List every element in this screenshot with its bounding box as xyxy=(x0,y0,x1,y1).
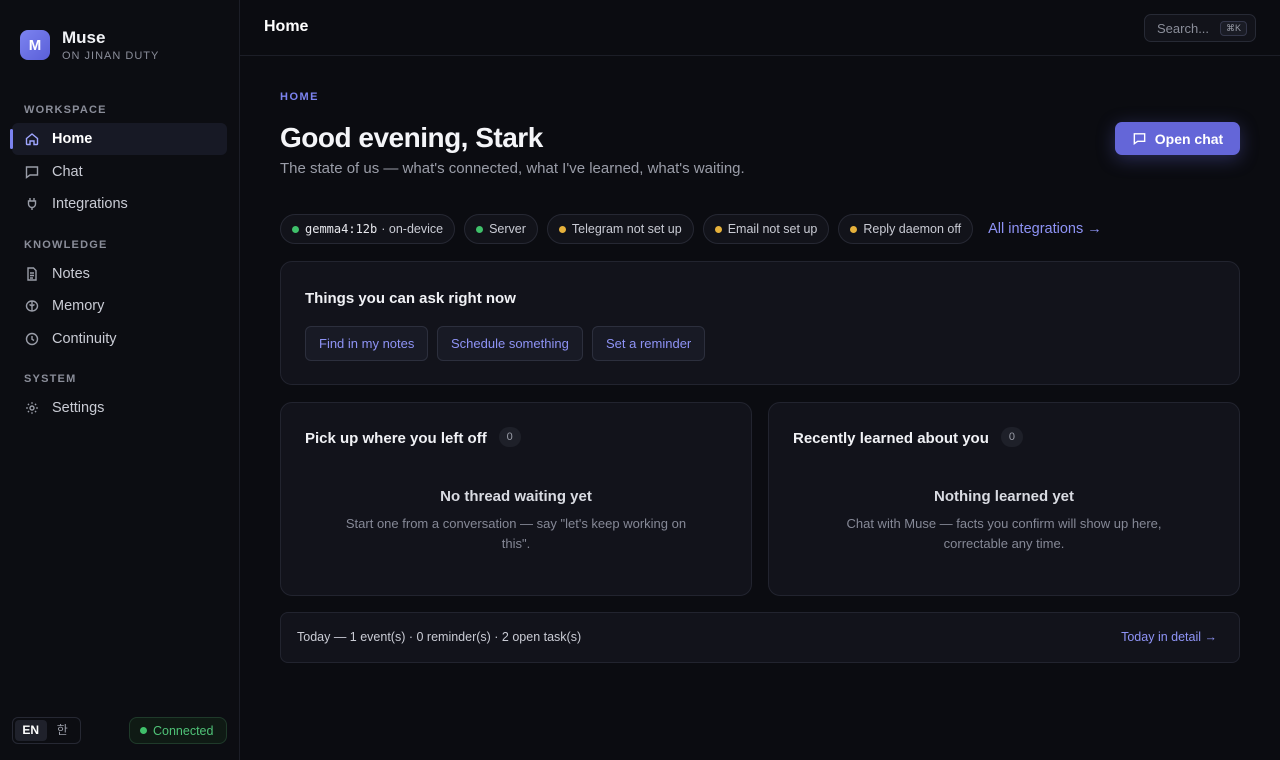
sidebar-item-label: Notes xyxy=(52,266,90,282)
sidebar-item-label: Chat xyxy=(52,164,83,180)
app-subtitle: ON JINAN DUTY xyxy=(62,50,160,62)
learned-card: Recently learned about you 0 Nothing lear… xyxy=(768,402,1240,596)
ask-card-title: Things you can ask right now xyxy=(305,290,516,307)
sidebar-item-label: Home xyxy=(52,131,93,147)
section-label-system: SYSTEM xyxy=(24,373,77,385)
sidebar-item-notes[interactable]: Notes xyxy=(12,258,227,290)
status-dot-icon xyxy=(140,727,147,734)
gear-icon xyxy=(24,400,40,416)
sidebar: M Muse ON JINAN DUTY WORKSPACE Home Chat… xyxy=(0,0,240,760)
pickup-empty-description: Start one from a conversation — say "let… xyxy=(345,516,687,551)
clock-icon xyxy=(24,331,40,347)
chip-label: Telegram not set up xyxy=(571,222,682,236)
open-chat-button[interactable]: Open chat xyxy=(1115,122,1240,155)
today-summary: Today — 1 event(s) · 0 reminder(s) · 2 o… xyxy=(297,630,582,644)
status-chips: gemma4:12b · on-device Server Telegram n… xyxy=(280,214,1102,244)
pickup-card-title: Pick up where you left off 0 xyxy=(305,427,521,449)
greeting-subline: The state of us — what's connected, what… xyxy=(280,160,745,177)
open-chat-label: Open chat xyxy=(1154,130,1224,147)
sidebar-item-chat[interactable]: Chat xyxy=(12,156,227,188)
language-ko[interactable]: 한 xyxy=(47,720,79,741)
search-placeholder: Search... xyxy=(1157,20,1210,36)
status-dot-icon xyxy=(850,225,858,233)
section-label-workspace: WORKSPACE xyxy=(24,104,107,116)
keyboard-shortcut-badge: ⌘K xyxy=(1219,21,1247,36)
status-dot-icon xyxy=(558,225,566,233)
sidebar-item-settings[interactable]: Settings xyxy=(12,392,227,424)
pickup-empty-title: No thread waiting yet xyxy=(440,488,592,505)
brain-icon xyxy=(24,298,40,314)
status-chip-reply-daemon[interactable]: Reply daemon off xyxy=(838,214,974,244)
sidebar-item-label: Settings xyxy=(52,400,105,416)
connection-status-label: Connected xyxy=(153,723,214,738)
status-chip-telegram[interactable]: Telegram not set up xyxy=(546,214,694,244)
app-name: Muse xyxy=(62,28,106,47)
chip-label: Server xyxy=(489,222,526,236)
home-icon xyxy=(24,131,40,147)
status-dot-icon xyxy=(292,225,299,233)
learned-empty-title: Nothing learned yet xyxy=(933,488,1075,505)
topbar: Home Search... ⌘K xyxy=(240,0,1280,56)
app-logo: M xyxy=(20,30,50,60)
all-integrations-link[interactable]: All integrations → xyxy=(988,221,1102,237)
status-dot-icon xyxy=(476,225,484,233)
chip-label: Reply daemon off xyxy=(863,222,962,236)
sidebar-item-memory[interactable]: Memory xyxy=(12,290,227,322)
section-label-knowledge: KNOWLEDGE xyxy=(24,239,108,251)
set-reminder-button[interactable]: Set a reminder xyxy=(592,326,706,361)
learned-card-title: Recently learned about you 0 xyxy=(793,427,1023,449)
sidebar-item-continuity[interactable]: Continuity xyxy=(12,323,227,355)
chat-bubble-icon xyxy=(24,164,40,180)
search-input[interactable]: Search... ⌘K xyxy=(1144,14,1256,42)
learned-empty-description: Chat with Muse — facts you confirm will … xyxy=(846,516,1162,551)
page-eyebrow: HOME xyxy=(280,91,319,103)
today-summary-bar: Today — 1 event(s) · 0 reminder(s) · 2 o… xyxy=(280,612,1240,663)
find-in-notes-button[interactable]: Find in my notes xyxy=(305,326,429,361)
status-dot-icon xyxy=(714,225,722,233)
schedule-something-button[interactable]: Schedule something xyxy=(437,326,583,361)
sidebar-item-integrations[interactable]: Integrations xyxy=(12,188,227,220)
sidebar-item-label: Integrations xyxy=(52,196,128,212)
model-name: gemma4:12b xyxy=(305,222,378,236)
learned-title-text: Recently learned about you xyxy=(793,429,989,447)
plug-icon xyxy=(24,196,40,212)
status-chip-server[interactable]: Server xyxy=(464,214,538,244)
learned-count-badge: 0 xyxy=(1000,427,1023,447)
chip-label: Email not set up xyxy=(727,222,818,236)
sidebar-item-home[interactable]: Home xyxy=(10,123,227,155)
page-title: Home xyxy=(264,18,309,35)
connection-status-badge: Connected xyxy=(129,717,227,744)
language-en[interactable]: EN xyxy=(15,720,47,741)
status-chip-email[interactable]: Email not set up xyxy=(702,214,830,244)
sidebar-item-label: Continuity xyxy=(52,331,117,347)
ask-card: Things you can ask right now Find in my … xyxy=(280,261,1240,385)
sidebar-item-label: Memory xyxy=(52,298,105,314)
chat-bubble-icon xyxy=(1133,133,1146,146)
brand: M Muse ON JINAN DUTY xyxy=(20,28,160,62)
language-switcher: EN 한 xyxy=(12,717,81,744)
pickup-card: Pick up where you left off 0 No thread wa… xyxy=(280,402,752,596)
status-chip-model[interactable]: gemma4:12b · on-device xyxy=(280,214,456,244)
document-icon xyxy=(24,266,40,282)
model-location: · on-device xyxy=(381,222,444,236)
pickup-count-badge: 0 xyxy=(498,427,521,447)
today-in-detail-link[interactable]: Today in detail → xyxy=(1121,630,1217,644)
greeting-heading: Good evening, Stark xyxy=(280,122,543,153)
pickup-title-text: Pick up where you left off xyxy=(305,429,487,447)
